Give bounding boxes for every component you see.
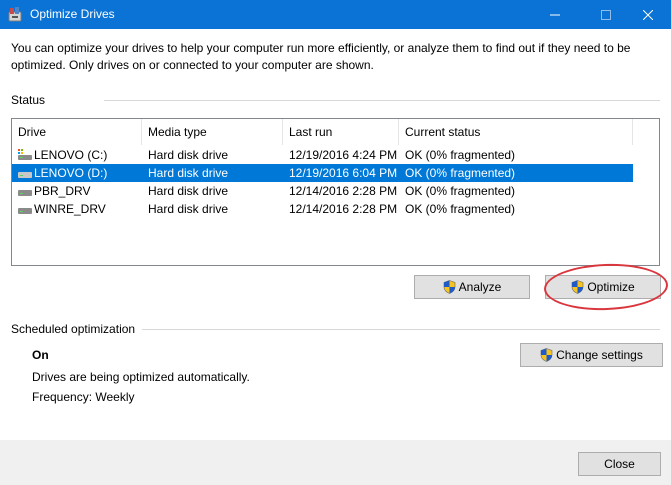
list-header: Drive Media type Last run Current status	[12, 119, 659, 145]
drive-name: PBR_DRV	[34, 184, 91, 198]
analyze-button[interactable]: Analyze	[414, 275, 530, 299]
drive-status: OK (0% fragmented)	[405, 184, 516, 198]
drive-row-selected[interactable]: LENOVO (D:) Hard disk drive 12/19/2016 6…	[12, 164, 633, 182]
drive-row[interactable]: LENOVO (C:) Hard disk drive 12/19/2016 4…	[12, 146, 633, 164]
window-title: Optimize Drives	[30, 7, 115, 21]
status-divider	[104, 100, 660, 101]
drive-last-run: 12/14/2016 2:28 PM	[289, 202, 398, 216]
drive-media-type: Hard disk drive	[148, 202, 229, 216]
status-section-label: Status	[11, 93, 46, 107]
drive-name: WINRE_DRV	[34, 202, 106, 216]
drive-last-run: 12/14/2016 2:28 PM	[289, 184, 398, 198]
drive-name: LENOVO (D:)	[34, 166, 108, 180]
scheduled-section-label: Scheduled optimization	[11, 322, 136, 336]
drive-media-type: Hard disk drive	[148, 184, 229, 198]
drive-last-run: 12/19/2016 4:24 PM	[289, 148, 398, 162]
drive-list[interactable]: Drive Media type Last run Current status…	[11, 118, 660, 266]
close-button-label: Close	[604, 457, 635, 471]
drive-status: OK (0% fragmented)	[405, 202, 516, 216]
drive-row[interactable]: PBR_DRV Hard disk drive 12/14/2016 2:28 …	[12, 182, 633, 200]
drive-media-type: Hard disk drive	[148, 166, 229, 180]
close-button[interactable]: Close	[578, 452, 661, 476]
system-drive-icon	[18, 149, 32, 160]
hard-drive-icon	[18, 190, 32, 196]
schedule-description: Drives are being optimized automatically…	[32, 370, 250, 384]
drive-status: OK (0% fragmented)	[405, 166, 516, 180]
hard-drive-icon	[18, 208, 32, 214]
maximize-button[interactable]	[583, 0, 629, 29]
column-current-status[interactable]: Current status	[399, 119, 633, 145]
shield-icon	[572, 280, 584, 294]
intro-text: You can optimize your drives to help you…	[11, 41, 631, 72]
column-media-type[interactable]: Media type	[142, 119, 283, 145]
scheduled-divider	[142, 329, 660, 330]
maximize-icon	[601, 9, 611, 20]
change-settings-button[interactable]: Change settings	[520, 343, 663, 367]
analyze-button-label: Analyze	[458, 280, 502, 294]
window-close-button[interactable]	[625, 0, 671, 29]
drive-row[interactable]: WINRE_DRV Hard disk drive 12/14/2016 2:2…	[12, 200, 633, 218]
drive-last-run: 12/19/2016 6:04 PM	[289, 166, 398, 180]
shield-icon	[443, 280, 455, 294]
minimize-icon	[550, 14, 560, 15]
hard-drive-icon	[18, 172, 32, 178]
drive-media-type: Hard disk drive	[148, 148, 229, 162]
shield-icon	[540, 348, 553, 362]
schedule-state: On	[32, 348, 49, 362]
close-icon	[643, 9, 653, 20]
optimize-drives-app-icon	[8, 7, 22, 22]
drive-name: LENOVO (C:)	[34, 148, 108, 162]
schedule-frequency: Frequency: Weekly	[32, 390, 135, 404]
column-last-run[interactable]: Last run	[283, 119, 399, 145]
dialog-footer	[0, 440, 671, 485]
drive-status: OK (0% fragmented)	[405, 148, 516, 162]
optimize-button[interactable]: Optimize	[545, 275, 661, 299]
title-bar: Optimize Drives	[0, 0, 671, 29]
change-settings-label: Change settings	[556, 348, 643, 362]
optimize-button-label: Optimize	[587, 280, 635, 294]
column-drive[interactable]: Drive	[12, 119, 142, 145]
minimize-button[interactable]	[532, 0, 578, 29]
